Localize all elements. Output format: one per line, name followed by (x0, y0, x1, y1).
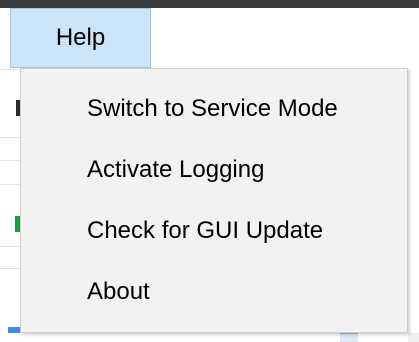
menu-help[interactable]: Help (10, 8, 151, 68)
background-control-fragment (340, 333, 358, 342)
menu-item-check-for-gui-update[interactable]: Check for GUI Update (21, 205, 407, 266)
help-dropdown-menu: Switch to Service Mode Activate Logging … (20, 68, 408, 333)
background-divider (0, 268, 20, 269)
background-selection-fragment (8, 327, 20, 333)
background-divider (0, 246, 20, 247)
background-control-fragment (408, 333, 419, 342)
window-top-edge (0, 0, 419, 8)
menu-item-about[interactable]: About (21, 266, 407, 327)
background-divider (0, 160, 20, 161)
background-divider (0, 69, 20, 70)
background-divider (0, 184, 20, 185)
menu-item-switch-to-service-mode[interactable]: Switch to Service Mode (21, 83, 407, 144)
screen: Help Switch to Service Mode Activate Log… (0, 0, 419, 342)
menu-item-activate-logging[interactable]: Activate Logging (21, 144, 407, 205)
background-divider (0, 137, 20, 138)
